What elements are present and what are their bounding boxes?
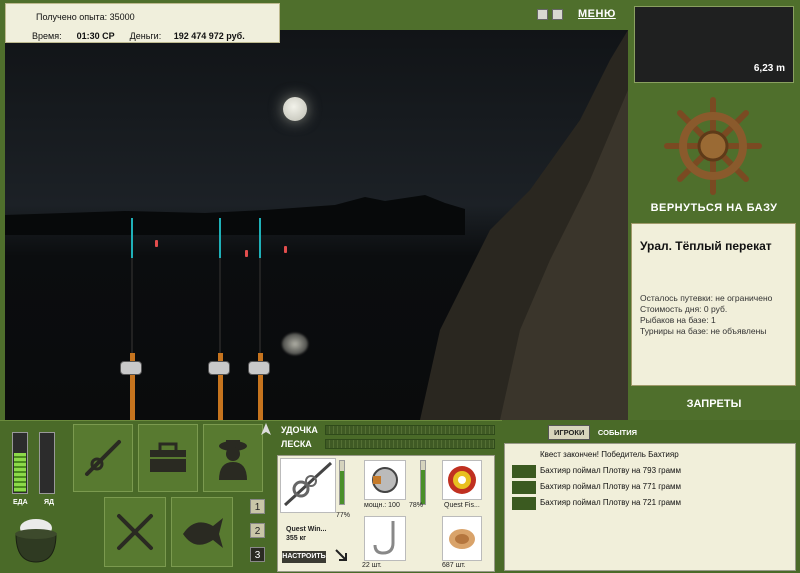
collapse-arrow-icon[interactable]: [261, 423, 271, 435]
fish-icon: [512, 497, 536, 510]
reel-slot[interactable]: [364, 460, 406, 500]
pause-icon[interactable]: [537, 9, 548, 21]
line-name: Quest Fis...: [444, 502, 480, 509]
rod-icon: [85, 440, 121, 476]
menu-button[interactable]: МЕНЮ: [578, 8, 616, 20]
poison-label: ЯД: [44, 499, 55, 506]
hook-count: 22 шт.: [362, 562, 382, 569]
fish-cage-button[interactable]: [171, 497, 233, 567]
chat-log[interactable]: Квест закончен! Победитель Бахтияр Бахти…: [504, 443, 796, 571]
reel-icon: [248, 361, 270, 375]
message-text: Бахтияр поймал Плотву на 793 грамм: [540, 466, 682, 475]
location-title: Урал. Тёплый перекат: [640, 239, 772, 253]
adjust-button[interactable]: НАСТРОИТЬ: [282, 551, 326, 563]
float-3: [284, 246, 287, 253]
rod-tension-bar: [325, 425, 495, 435]
fork-knife-icon: [117, 514, 153, 550]
player-info-panel: Получено опыта: 35000 Время: 01:30 СР Де…: [5, 3, 280, 43]
depth-display: 6,23 m: [634, 6, 794, 83]
hook-slot[interactable]: [364, 516, 406, 561]
message-text: Бахтияр поймал Плотву на 721 грамм: [540, 498, 682, 507]
location-info-line: Рыбаков на базе: 1: [640, 315, 716, 325]
sound-icon[interactable]: [552, 9, 563, 21]
bans-button[interactable]: ЗАПРЕТЫ: [628, 398, 800, 410]
bait-slot[interactable]: [442, 516, 482, 561]
moon: [283, 97, 307, 121]
reel-percent: 78%: [409, 502, 424, 509]
location-info-line: Турниры на базе: не объявлены: [640, 326, 767, 336]
fish-icon: [183, 518, 223, 548]
line-tension-label: ЛЕСКА: [281, 439, 312, 449]
float-2: [245, 250, 248, 257]
chat-message: Бахтияр поймал Плотву на 721 грамм: [509, 495, 793, 511]
rod-name: Quest Win...: [286, 526, 327, 533]
time-label: Время:: [32, 31, 62, 41]
tackle-panel: 77% Quest Win... 355 кг НАСТРОИТЬ мощн.:…: [277, 455, 495, 572]
slot-2-button[interactable]: 2: [250, 523, 265, 538]
location-info-line: Осталось путевки: не ограничено: [640, 293, 773, 303]
riverbank-cliff: [420, 30, 628, 420]
xp-label: Получено опыта:: [36, 12, 108, 22]
slot-3-button[interactable]: 3: [250, 547, 265, 562]
poison-meter: [39, 432, 55, 494]
xp-value: 35000: [109, 12, 135, 22]
fish-icon: [512, 465, 536, 478]
hook-icon: [373, 521, 395, 555]
fishing-line-spool-icon: [448, 466, 476, 494]
chat-message: Квест закончен! Победитель Бахтияр: [509, 447, 793, 463]
rod-condition-bar: [339, 460, 345, 505]
chat-message: Бахтияр поймал Плотву на 771 грамм: [509, 479, 793, 495]
tackle-box-button[interactable]: [138, 424, 198, 492]
message-text: Бахтияр поймал Плотву на 771 грамм: [540, 482, 682, 491]
rod-slot[interactable]: [280, 458, 336, 513]
bait-count: 687 шт.: [442, 562, 466, 569]
food-label: ЕДА: [13, 499, 28, 506]
arrow-icon: [335, 549, 347, 561]
food-button[interactable]: [104, 497, 166, 567]
line-slot[interactable]: [442, 460, 482, 500]
reel-icon: [372, 467, 398, 493]
tab-events[interactable]: СОБЫТИЯ: [593, 426, 642, 439]
reel-icon: [208, 361, 230, 375]
moon-reflection: [282, 333, 308, 355]
money-value: 192 474 972 руб.: [173, 31, 245, 41]
tab-players[interactable]: ИГРОКИ: [548, 425, 591, 440]
slot-1-button[interactable]: 1: [250, 499, 265, 514]
rod-reel-icon: [283, 461, 333, 507]
location-info: Урал. Тёплый перекат Осталось путевки: н…: [631, 223, 796, 386]
rod-weight: 355 кг: [286, 535, 307, 542]
depth-value: 6,23 m: [753, 63, 785, 74]
ship-wheel-icon[interactable]: [663, 96, 763, 196]
line-tension-bar: [325, 439, 495, 449]
food-meter: [12, 432, 28, 494]
fishing-rod-3[interactable]: [248, 218, 270, 420]
fisherman-icon: [219, 440, 247, 480]
money-label: Деньги:: [129, 31, 162, 41]
reel-power: мощн.: 100: [364, 502, 400, 509]
rod-inventory-button[interactable]: [73, 424, 133, 492]
return-to-base-button[interactable]: ВЕРНУТЬСЯ НА БАЗУ: [628, 202, 800, 214]
tackle-box-icon: [150, 442, 186, 472]
float-1: [155, 240, 158, 247]
chat-message: Бахтияр поймал Плотву на 793 грамм: [509, 463, 793, 479]
fishing-rod-2[interactable]: [208, 218, 230, 420]
fisherman-button[interactable]: [203, 424, 263, 492]
pot-icon[interactable]: [10, 512, 62, 568]
fishing-rod-1[interactable]: [120, 218, 142, 420]
reel-icon: [120, 361, 142, 375]
rod-tension-label: УДОЧКА: [281, 425, 318, 435]
fish-icon: [512, 481, 536, 494]
time-value: 01:30 СР: [76, 31, 115, 41]
bait-icon: [449, 529, 475, 549]
rod-percent: 77%: [336, 512, 351, 519]
reel-condition-bar: [420, 460, 426, 505]
location-info-line: Стоимость дня: 0 руб.: [640, 304, 728, 314]
message-text: Квест закончен! Победитель Бахтияр: [540, 450, 679, 459]
